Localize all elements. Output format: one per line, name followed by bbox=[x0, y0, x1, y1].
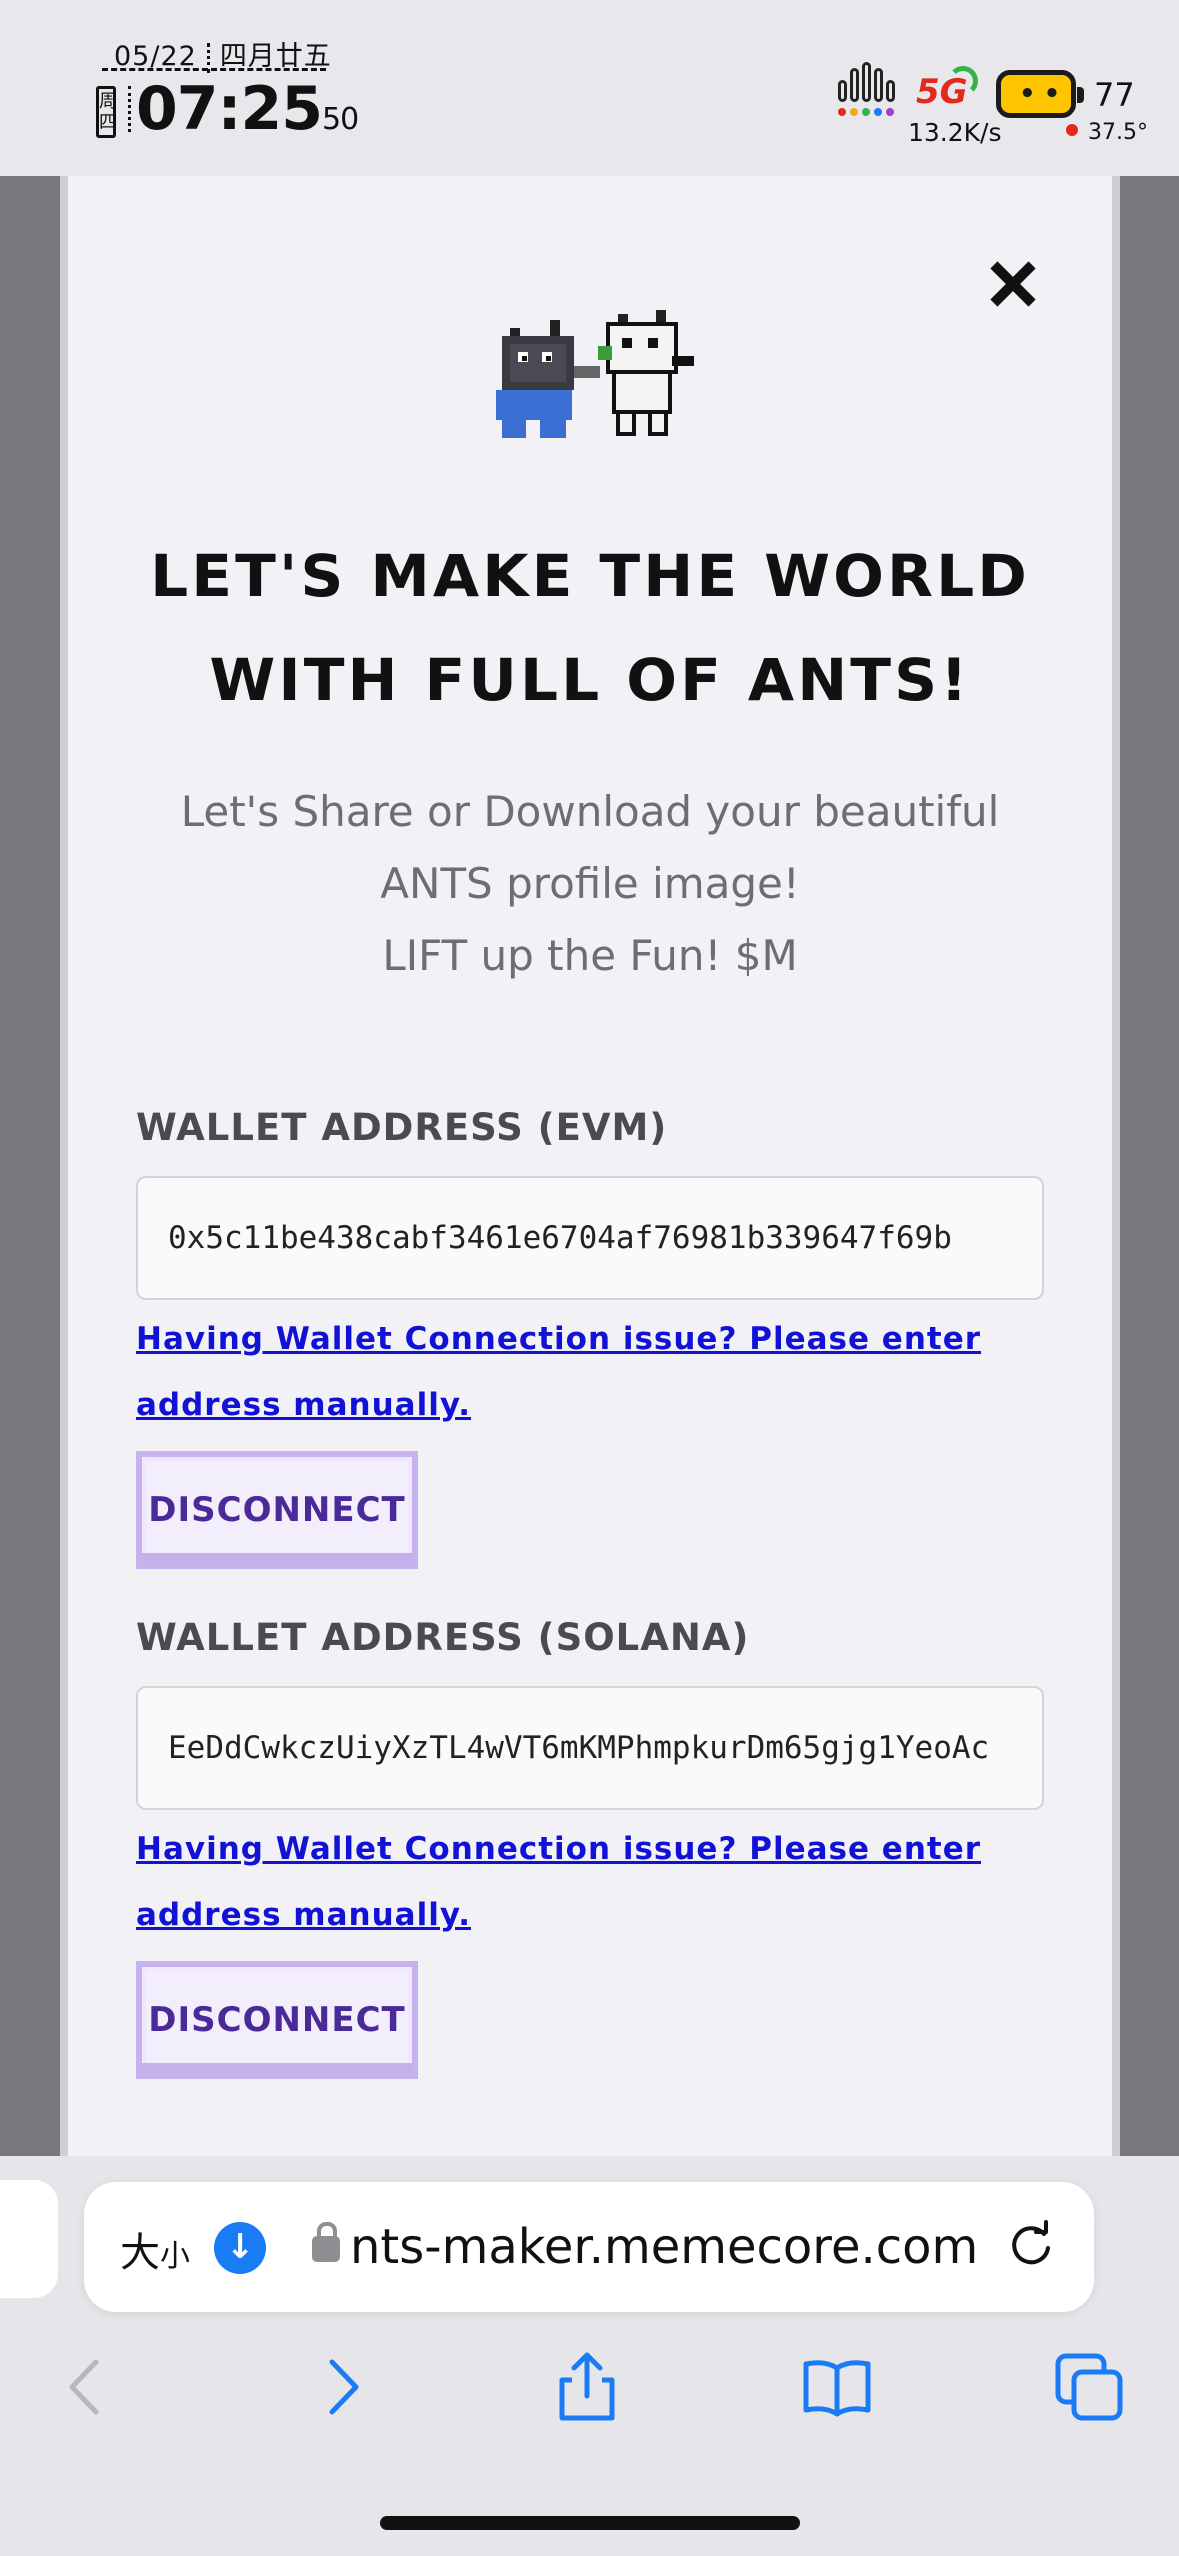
previous-tab-preview[interactable] bbox=[0, 2180, 58, 2298]
home-indicator bbox=[380, 2516, 800, 2530]
text-size-button[interactable]: 大小 bbox=[120, 2220, 190, 2278]
wifi-icon bbox=[948, 66, 978, 96]
clock-seconds: 50 bbox=[322, 102, 359, 137]
solana-wallet-label: WALLET ADDRESS (SOLANA) bbox=[136, 1616, 750, 1659]
headline-line-2: WITH FULL OF ANTS! bbox=[209, 646, 971, 714]
signal-icon bbox=[838, 62, 896, 116]
back-icon[interactable] bbox=[52, 2352, 122, 2422]
evm-disconnect-button[interactable]: Disconnect bbox=[136, 1451, 418, 1569]
evm-manual-address-link[interactable]: Having Wallet Connection issue? Please e… bbox=[136, 1306, 1056, 1438]
tabs-icon[interactable] bbox=[1054, 2352, 1124, 2422]
bookmarks-icon[interactable] bbox=[802, 2352, 872, 2422]
reload-icon[interactable] bbox=[1006, 2220, 1056, 2270]
subtitle: Let's Share or Download your beautiful A… bbox=[68, 776, 1112, 992]
text-size-small: 小 bbox=[160, 2239, 190, 2274]
share-modal: LET'S MAKE THE WORLD WITH FULL OF ANTS! … bbox=[60, 176, 1120, 2156]
battery-icon: •• bbox=[996, 70, 1084, 118]
text-size-large: 大 bbox=[120, 2230, 160, 2276]
solana-disconnect-button[interactable]: Disconnect bbox=[136, 1961, 418, 2079]
headline-line-1: LET'S MAKE THE WORLD bbox=[150, 542, 1030, 610]
lock-icon bbox=[312, 2222, 340, 2262]
solana-wallet-input[interactable]: EeDdCwkczUiyXzTL4wVT6mKMPhmpkurDm65gjg1Y… bbox=[136, 1686, 1044, 1810]
forward-icon[interactable] bbox=[306, 2352, 376, 2422]
url-text[interactable]: nts-maker.memecore.com bbox=[350, 2212, 1050, 2282]
subtitle-line-3: LIFT up the Fun! $M bbox=[382, 931, 798, 980]
subtitle-line-1: Let's Share or Download your beautiful bbox=[180, 787, 1000, 836]
evm-wallet-label: WALLET ADDRESS (EVM) bbox=[136, 1106, 668, 1149]
clock: 07:2550 bbox=[136, 74, 359, 144]
solana-manual-address-link[interactable]: Having Wallet Connection issue? Please e… bbox=[136, 1816, 1056, 1948]
address-bar[interactable]: 大小 ↓ nts-maker.memecore.com bbox=[84, 2182, 1094, 2312]
close-icon[interactable] bbox=[983, 254, 1043, 314]
network-speed: 13.2K/s bbox=[908, 118, 1002, 147]
download-icon[interactable]: ↓ bbox=[214, 2222, 266, 2274]
headline: LET'S MAKE THE WORLD WITH FULL OF ANTS! bbox=[52, 524, 1127, 732]
subtitle-line-2: ANTS profile image! bbox=[380, 859, 800, 908]
temperature: 37.5° bbox=[1088, 120, 1148, 145]
thermometer-icon bbox=[1066, 124, 1078, 136]
evm-wallet-input[interactable]: 0x5c11be438cabf3461e6704af76981b339647f6… bbox=[136, 1176, 1044, 1300]
battery-level: 77 bbox=[1094, 76, 1135, 114]
ants-characters-logo bbox=[496, 310, 694, 438]
clock-time: 07:25 bbox=[136, 74, 323, 144]
share-icon[interactable] bbox=[552, 2352, 622, 2422]
status-bar: 05/22 四月廿五 周四 07:2550 5G 13.2K/s •• 77 37… bbox=[0, 0, 1179, 176]
weekday: 周四 bbox=[96, 86, 117, 138]
